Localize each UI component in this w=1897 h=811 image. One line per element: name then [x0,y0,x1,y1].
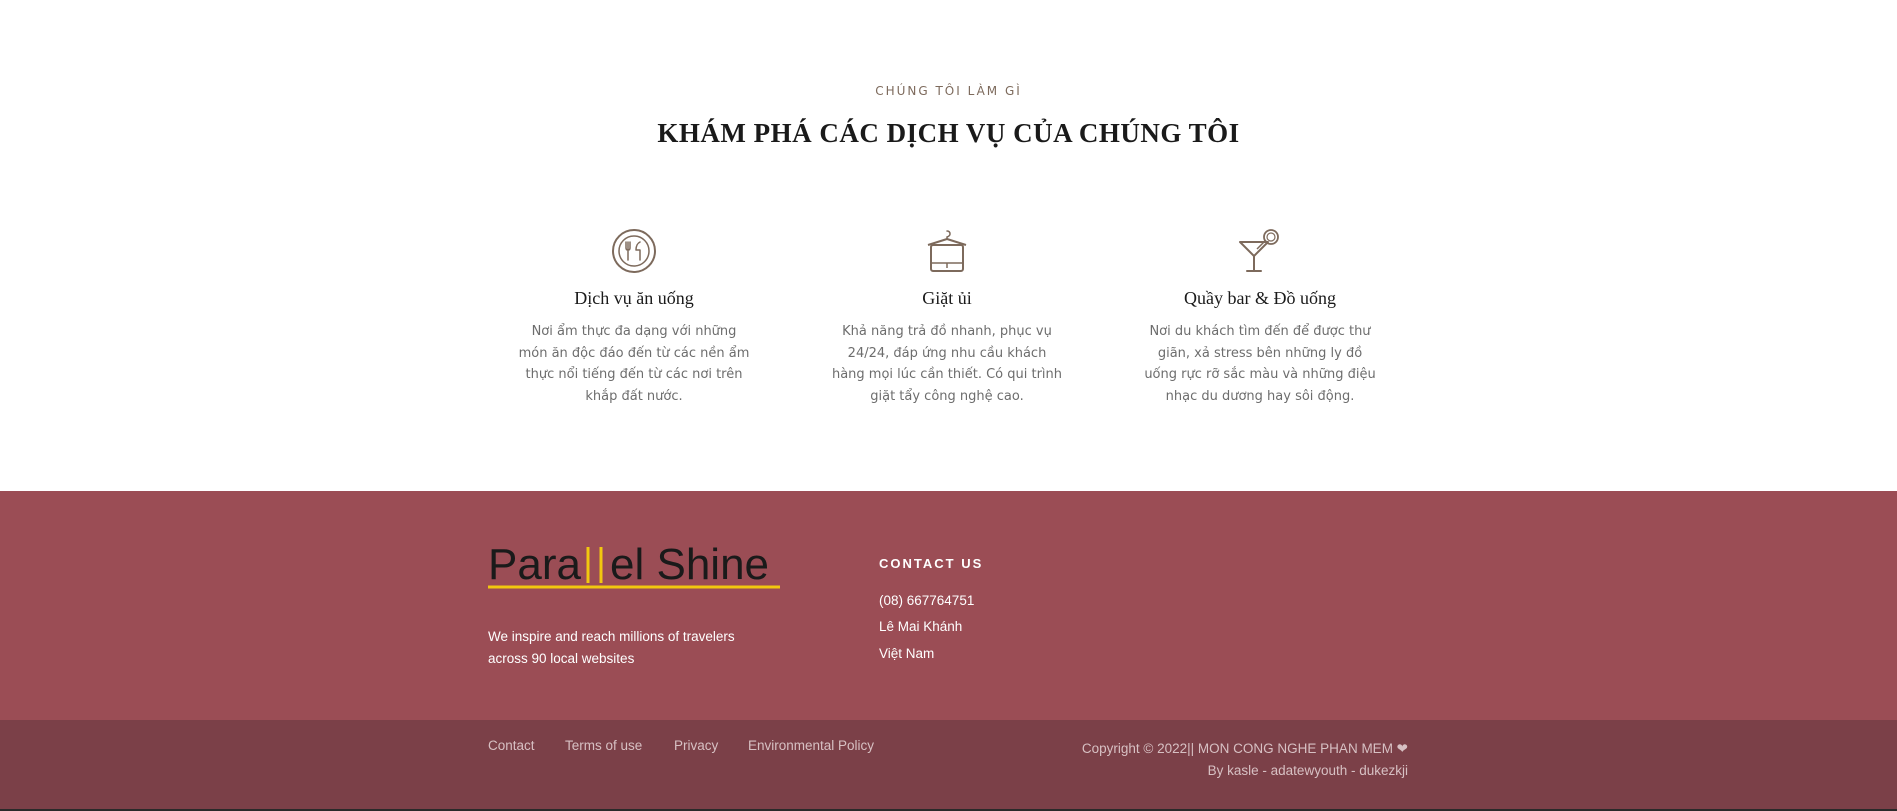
brand-logo[interactable]: Para el Shine [486,531,786,593]
section-eyebrow: CHÚNG TÔI LÀM GÌ [875,84,1022,98]
service-description: Nơi ẩm thực đa dạng với những món ăn độc… [518,324,750,404]
contact-phone[interactable]: (08) 667764751 [879,593,974,608]
service-card-laundry: Giặt ủi Khả năng trả đồ nhanh, phục vụ 2… [827,228,1067,407]
service-description: Nơi du khách tìm đến để được thư giãn, x… [1144,324,1376,404]
services-section: CHÚNG TÔI LÀM GÌ KHÁM PHÁ CÁC DỊCH VỤ CỦ… [0,0,1897,491]
laundry-hanger-icon [927,230,967,272]
service-title: Giặt ủi [922,288,972,308]
contact-heading: CONTACT US [879,556,984,571]
copyright-block: Copyright © 2022|| MON CONG NGHE PHAN ME… [1082,738,1408,781]
contact-address: Lê Mai Khánh [879,619,963,634]
footer-link-environmental-policy[interactable]: Environmental Policy [748,738,874,753]
svg-text:Para: Para [488,540,581,589]
footer-top: Para el Shine We inspire and reach milli… [0,491,1897,720]
footer-link-privacy[interactable]: Privacy [674,738,718,753]
plate-utensils-icon [612,229,656,273]
credits-text: By kasle - adatewyouth - dukezkji [1207,762,1408,778]
service-card-bar: Quầy bar & Đồ uống Nơi du khách tìm đến … [1140,228,1380,407]
footer-link-contact[interactable]: Contact [488,738,535,753]
service-card-dining: Dịch vụ ăn uống Nơi ẩm thực đa dạng với … [514,228,754,407]
copyright-text: Copyright © 2022|| MON CONG NGHE PHAN ME… [1081,741,1408,756]
cocktail-glass-icon [1239,229,1279,272]
logo-mark: Para el Shine [488,540,780,589]
footer-link-terms[interactable]: Terms of use [565,738,642,753]
footer-bottom: Contact Terms of use Privacy Environment… [0,720,1897,809]
footer-tagline: We inspire and reach millions of travele… [488,629,735,666]
service-title: Dịch vụ ăn uống [574,288,694,308]
contact-country: Việt Nam [879,646,935,661]
section-heading: KHÁM PHÁ CÁC DỊCH VỤ CỦA CHÚNG TÔI [657,118,1240,148]
service-title: Quầy bar & Đồ uống [1184,288,1336,308]
service-description: Khả năng trả đồ nhanh, phục vụ 24/24, đá… [831,324,1063,404]
svg-text:el Shine: el Shine [610,540,769,589]
